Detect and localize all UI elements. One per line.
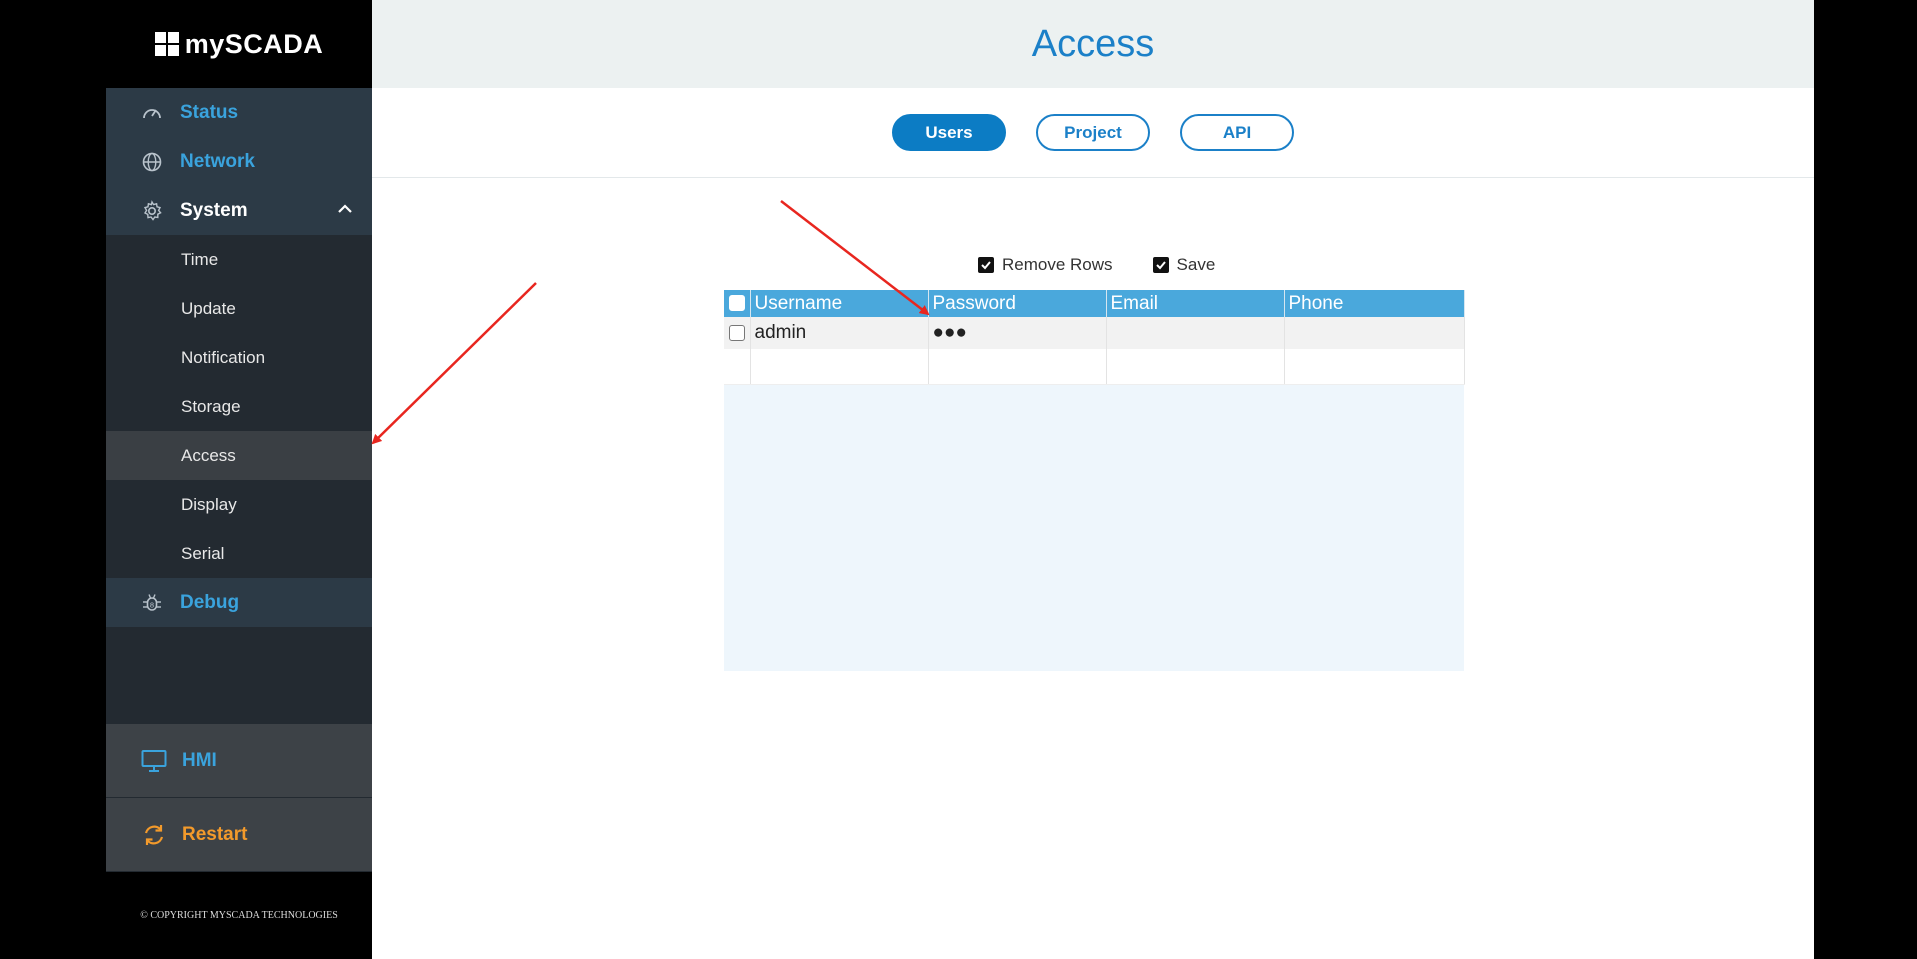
screen-frame: mySCADA Status Network System Time Updat… [0,0,1917,959]
brand-logo[interactable]: mySCADA [106,0,372,88]
new-row-cell[interactable] [928,349,1107,385]
gear-icon [140,199,164,223]
sidebar-item-system[interactable]: System [106,186,372,235]
table-row[interactable]: admin ●●● [724,317,1465,349]
column-header-username[interactable]: Username [750,290,929,317]
brand-name: mySCADA [184,28,324,59]
save-label: Save [1176,255,1216,274]
select-all-checkbox[interactable] [728,295,745,312]
sidebar-item-access[interactable]: Access [106,431,372,480]
tab-users[interactable]: Users [892,114,1006,151]
cell-phone[interactable] [1284,317,1465,349]
sidebar-item-label: Restart [182,823,248,845]
cell-username[interactable]: admin [750,317,929,349]
remove-rows-option[interactable]: Remove Rows [978,255,1113,275]
page-title: Access [1031,22,1155,65]
sidebar-item-label: HMI [182,749,217,771]
logo-icon [154,32,179,56]
row-select-cell[interactable] [724,317,751,349]
main-content: Access Users Project API Remove Rows Sav… [372,0,1814,959]
bug-icon: 8 [140,591,164,615]
checkbox-checked-icon[interactable] [978,257,994,273]
sidebar-item-display[interactable]: Display [106,480,372,529]
sidebar-item-serial[interactable]: Serial [106,529,372,578]
users-table: Username Password Email Phone admin ●●● [724,290,1465,385]
chevron-up-icon[interactable] [336,200,354,223]
new-row-cell[interactable] [750,349,929,385]
sidebar-item-time[interactable]: Time [106,235,372,284]
column-header-phone[interactable]: Phone [1284,290,1465,317]
sidebar-item-label: Network [180,150,255,172]
sidebar-item-notification[interactable]: Notification [106,333,372,382]
sidebar-item-status[interactable]: Status [106,88,372,137]
svg-text:8: 8 [150,601,154,609]
nav-top-group: Status Network System [106,88,372,235]
sidebar: mySCADA Status Network System Time Updat… [106,0,372,959]
new-row-cell[interactable] [1284,349,1465,385]
cell-email[interactable] [1106,317,1285,349]
nav-debug-group: 8 Debug [106,578,372,627]
tab-project[interactable]: Project [1036,114,1150,151]
refresh-icon [140,821,168,849]
grid-toolbar: Remove Rows Save [978,255,1215,275]
column-header-email[interactable]: Email [1106,290,1285,317]
tabs-bar: Users Project API [372,88,1814,178]
row-checkbox[interactable] [728,324,745,341]
column-header-password[interactable]: Password [928,290,1107,317]
page-header: Access [372,0,1814,88]
monitor-icon [140,747,168,775]
sidebar-item-hmi[interactable]: HMI [106,724,372,797]
sidebar-item-network[interactable]: Network [106,137,372,186]
users-grid: Username Password Email Phone admin ●●● [724,290,1465,671]
cell-password[interactable]: ●●● [928,317,1107,349]
system-submenu: Time Update Notification Storage Access … [106,235,372,578]
remove-rows-label: Remove Rows [1002,255,1113,274]
sidebar-item-label: Debug [180,591,240,613]
new-row-cell[interactable] [1106,349,1285,385]
checkbox-checked-icon[interactable] [1152,257,1169,273]
table-header-row: Username Password Email Phone [724,290,1465,317]
sidebar-item-label: System [180,199,248,221]
save-option[interactable]: Save [1152,255,1216,275]
globe-icon [140,150,164,174]
new-row-cell[interactable] [724,349,751,385]
gauge-icon [140,101,164,125]
tab-api[interactable]: API [1180,114,1294,151]
sidebar-item-label: Status [180,101,239,123]
select-all-cell[interactable] [724,290,751,317]
copyright-text: © COPYRIGHT MYSCADA TECHNOLOGIES [106,872,372,959]
sidebar-item-restart[interactable]: Restart [106,798,372,871]
sidebar-item-update[interactable]: Update [106,284,372,333]
table-new-row[interactable] [724,349,1465,385]
sidebar-item-debug[interactable]: 8 Debug [106,578,372,627]
sidebar-item-storage[interactable]: Storage [106,382,372,431]
